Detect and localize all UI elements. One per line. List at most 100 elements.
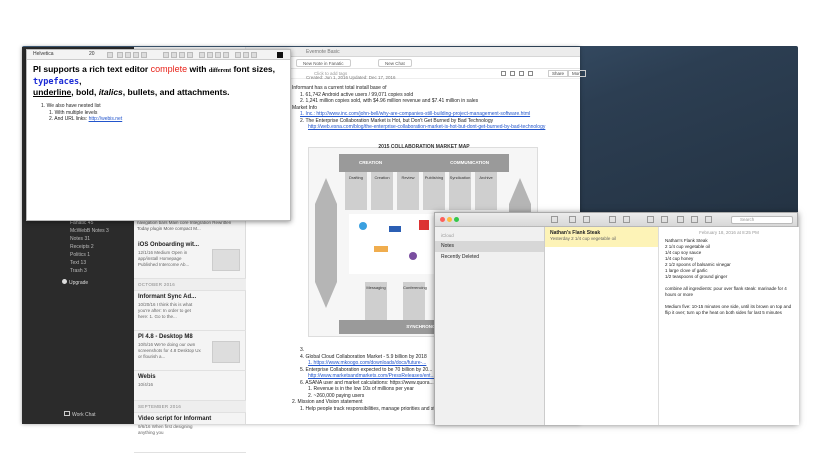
- more-button[interactable]: More: [568, 70, 587, 77]
- folders-pane: iCloud Notes Recently Deleted: [435, 227, 545, 425]
- link-icon[interactable]: [235, 52, 241, 58]
- numbered-list-icon[interactable]: [207, 52, 213, 58]
- link[interactable]: http://web.esna.com/blog/the-enterprise-…: [292, 124, 582, 131]
- note-thumbnail: [212, 249, 240, 271]
- map-column: Messaging: [365, 282, 387, 320]
- note-snippet: navigation bars Main core Integration Re…: [137, 220, 232, 231]
- sidebar-item[interactable]: Notes 31: [22, 235, 134, 243]
- map-column: Archive: [475, 172, 497, 210]
- formatting-toolbar: Helvetica 20: [27, 50, 290, 60]
- photo-icon[interactable]: [677, 216, 684, 223]
- url-link[interactable]: http://webis.net: [89, 116, 123, 122]
- editor-content[interactable]: PI supports a rich text editor complete …: [27, 60, 290, 127]
- outdent-icon[interactable]: [223, 52, 229, 58]
- align-right-icon[interactable]: [179, 52, 185, 58]
- table-icon[interactable]: [661, 216, 668, 223]
- map-column: Creation: [371, 172, 393, 210]
- justify-icon[interactable]: [187, 52, 193, 58]
- folders-header: iCloud: [441, 233, 454, 238]
- note-title: Webis: [138, 374, 156, 380]
- notes-app-window: Search iCloud Notes Recently Deleted Nat…: [434, 212, 799, 425]
- strike-icon[interactable]: [141, 52, 147, 58]
- color-swatch-icon[interactable]: [277, 52, 283, 58]
- list-item[interactable]: Informant Sync Ad... 10/20/16 I think thi…: [134, 291, 246, 331]
- folder-recently-deleted[interactable]: Recently Deleted: [435, 252, 544, 263]
- note-body: Informant has a current total install ba…: [292, 85, 582, 131]
- bold-icon[interactable]: [117, 52, 123, 58]
- upgrade-button[interactable]: Upgrade: [22, 279, 134, 286]
- reminder-icon[interactable]: [501, 71, 506, 76]
- sidebar-item[interactable]: Text 13: [22, 259, 134, 267]
- creation-band: CREATION COMMUNICATION: [339, 154, 509, 172]
- app-logo-icon: [374, 246, 388, 252]
- sidebar-item[interactable]: Politics 1: [22, 251, 134, 259]
- note-detail-pane[interactable]: February 18, 2016 at 8:25 PM Nathan's Fl…: [659, 227, 799, 425]
- sidebar-toggle-icon[interactable]: [551, 216, 558, 223]
- map-arrow-left: [315, 178, 337, 308]
- share-button[interactable]: Share: [548, 70, 569, 77]
- note-snippet: 12/1/16 Medium Open in app/install Homep…: [138, 250, 190, 267]
- rich-text-editor-window: Helvetica 20 PI supports a rich text edi…: [26, 49, 291, 221]
- zoom-icon[interactable]: [454, 217, 459, 222]
- font-select[interactable]: Helvetica: [33, 51, 54, 57]
- map-title: 2015 COLLABORATION MARKET MAP: [378, 144, 470, 150]
- upgrade-icon: [62, 279, 67, 284]
- lock-icon[interactable]: [691, 216, 698, 223]
- close-icon[interactable]: [440, 217, 445, 222]
- info-icon[interactable]: [519, 71, 524, 76]
- map-column: Review: [397, 172, 419, 210]
- bullet-list-icon[interactable]: [199, 52, 205, 58]
- present-icon[interactable]: [510, 71, 515, 76]
- list-item: 2. And URL links: http://webis.net: [49, 116, 123, 122]
- notebook-title: Evernote Basic: [246, 47, 580, 57]
- map-column: Publishing: [423, 172, 445, 210]
- sidebar-item[interactable]: Receipts 2: [22, 243, 134, 251]
- new-note-button[interactable]: New Note in Fanatic: [296, 59, 351, 67]
- note-title: Informant Sync Ad...: [138, 294, 197, 300]
- note-title: PI 4.8 - Desktop M8: [138, 334, 193, 340]
- table-icon[interactable]: [251, 52, 257, 58]
- trash-icon[interactable]: [609, 216, 616, 223]
- compose-icon[interactable]: [623, 216, 630, 223]
- work-chat-button[interactable]: Work Chat: [64, 411, 96, 418]
- month-header: SEPTEMBER 2016: [134, 401, 246, 413]
- checklist-icon[interactable]: [647, 216, 654, 223]
- notes-toolbar: Search: [435, 213, 797, 227]
- font-size-select[interactable]: 20: [89, 51, 95, 57]
- list-item[interactable]: Nathan's Flank Steak Yesterday 2 1/4 cup…: [545, 227, 658, 247]
- map-column: Conferencing: [403, 282, 427, 320]
- list-item[interactable]: Video script for Informant 9/6/16 When fi…: [134, 413, 246, 453]
- list-item[interactable]: Webis 10/4/16: [134, 371, 246, 401]
- note-content: Nathan's Flank Steak 2 1/4 cup vegetable…: [665, 238, 792, 315]
- note-dates: Created: Jun 1, 2016 Updated: Dec 17, 20…: [306, 75, 396, 80]
- list-view-icon[interactable]: [569, 216, 576, 223]
- italic-icon[interactable]: [125, 52, 131, 58]
- gallery-view-icon[interactable]: [583, 216, 590, 223]
- share-icon[interactable]: [705, 216, 712, 223]
- sidebar-item[interactable]: Trash 3: [22, 267, 134, 275]
- note-snippet: 10/20/16 I think this is what you're aft…: [138, 302, 193, 319]
- sidebar-item[interactable]: McWebB Notes 3: [22, 227, 134, 235]
- app-logo-icon: [409, 252, 417, 260]
- note-title: iOS Onboarding wit...: [138, 242, 199, 248]
- note-snippet: 10/5/16 We're doing our own screenshots …: [138, 342, 201, 359]
- minimize-icon[interactable]: [447, 217, 452, 222]
- align-left-icon[interactable]: [163, 52, 169, 58]
- align-center-icon[interactable]: [171, 52, 177, 58]
- text-color-icon[interactable]: [107, 52, 113, 58]
- headline-text: PI supports a rich text editor complete …: [33, 64, 276, 97]
- note-meta: Yesterday 2 1/4 cup vegetable oil: [550, 236, 617, 241]
- new-chat-button[interactable]: New Chat: [378, 59, 412, 67]
- map-column: Syndication: [449, 172, 471, 210]
- month-header: OCTOBER 2016: [134, 279, 246, 291]
- map-column: Drafting: [345, 172, 367, 210]
- image-icon[interactable]: [243, 52, 249, 58]
- search-input[interactable]: Search: [731, 216, 793, 224]
- list-item[interactable]: PI 4.8 - Desktop M8 10/5/16 We're doing o…: [134, 331, 246, 371]
- folder-notes[interactable]: Notes: [435, 241, 544, 252]
- chat-icon: [64, 411, 70, 416]
- delete-icon[interactable]: [528, 71, 533, 76]
- underline-icon[interactable]: [133, 52, 139, 58]
- indent-icon[interactable]: [215, 52, 221, 58]
- list-item[interactable]: iOS Onboarding wit... 12/1/16 Medium Open…: [134, 239, 246, 279]
